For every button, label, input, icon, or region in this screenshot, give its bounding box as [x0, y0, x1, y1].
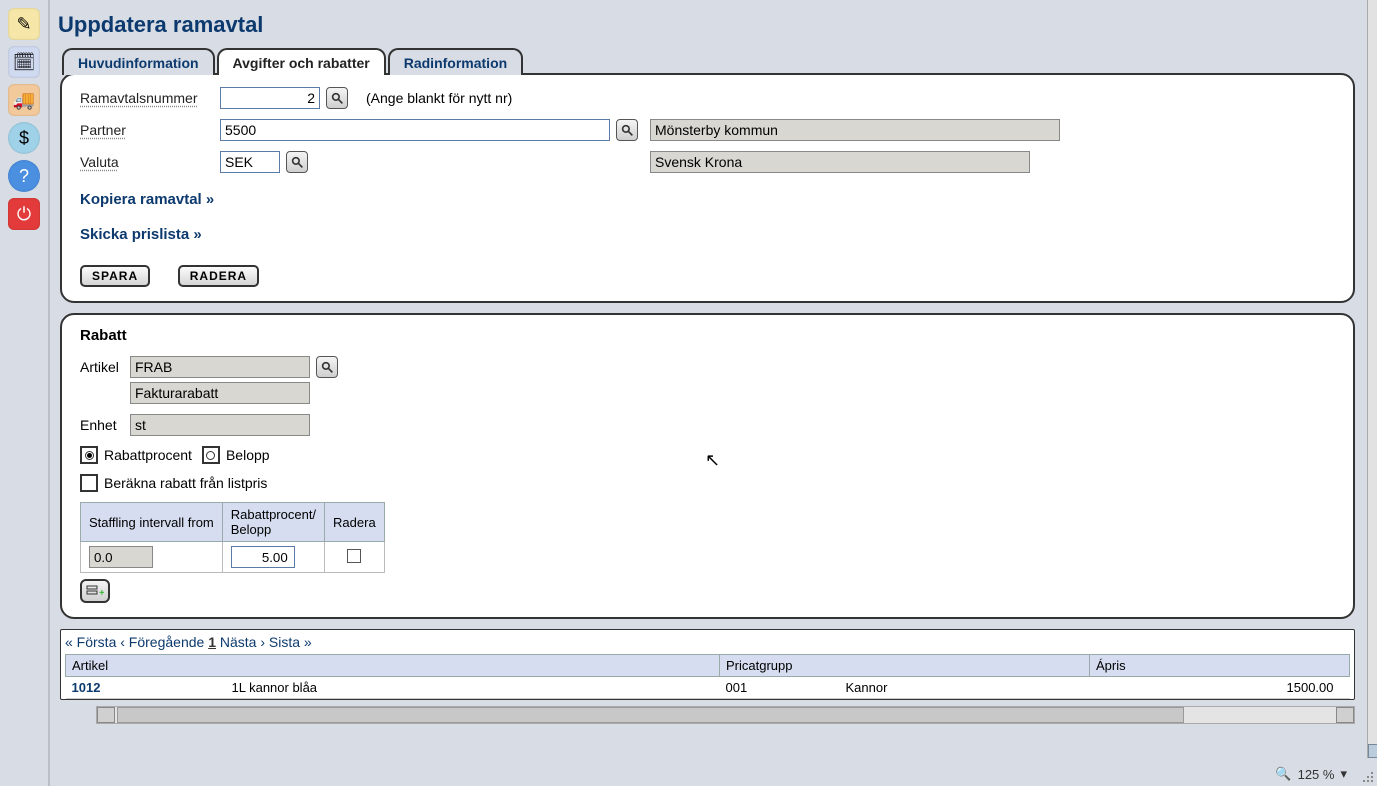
label-valuta: Valuta — [80, 154, 220, 170]
lookup-partner-icon[interactable] — [616, 119, 638, 141]
pager-current: 1 — [208, 634, 216, 650]
label-enhet: Enhet — [80, 417, 130, 433]
nav-icon-edit[interactable]: ✎ — [8, 8, 40, 40]
page-title: Uppdatera ramavtal — [50, 0, 1367, 48]
label-listpris: Beräkna rabatt från listpris — [104, 475, 267, 491]
cell-apris: 1500.00 — [1090, 677, 1350, 699]
link-skicka-prislista[interactable]: Skicka prislista » — [80, 226, 202, 243]
scroll-left-icon[interactable] — [97, 707, 115, 723]
cell-radera-checkbox[interactable] — [347, 549, 361, 563]
table-staffling: Staffling intervall from Rabattprocent/ … — [80, 502, 385, 573]
vertical-scrollbar[interactable] — [1367, 0, 1377, 758]
pager-next[interactable]: Nästa › — [220, 634, 265, 650]
resize-grip-icon[interactable] — [1361, 770, 1375, 784]
readonly-partner-name: Mönsterby kommun — [650, 119, 1060, 141]
nav-icon-power[interactable]: ⏻ — [8, 198, 40, 230]
lookup-artikel-icon[interactable] — [316, 356, 338, 378]
input-ramavtalsnummer[interactable] — [220, 87, 320, 109]
col-apris[interactable]: Ápris — [1090, 655, 1350, 677]
radio-belopp[interactable] — [202, 446, 220, 464]
label-rabattprocent: Rabattprocent — [104, 447, 192, 463]
cell-staffling-from[interactable] — [89, 546, 153, 568]
pager-first[interactable]: « Första — [65, 634, 116, 650]
button-add-row[interactable]: + — [80, 579, 110, 603]
status-bar: 🔍 125 % ▾ — [1275, 766, 1347, 782]
table-row[interactable]: 1012 1L kannor blåa 001 Kannor 1500.00 — [66, 677, 1350, 699]
label-partner: Partner — [80, 122, 220, 138]
scroll-right-icon[interactable] — [1336, 707, 1354, 723]
svg-text:+: + — [99, 588, 104, 598]
nav-icon-calendar[interactable]: 🗓 — [8, 46, 40, 78]
col-rabatt-belopp: Rabattprocent/ Belopp — [222, 503, 324, 542]
cell-artikel-desc: 1L kannor blåa — [226, 677, 720, 699]
label-artikel: Artikel — [80, 359, 130, 375]
sidebar-nav: ✎ 🗓 🚚 $ ? ⏻ — [0, 0, 50, 786]
nav-icon-help[interactable]: ? — [8, 160, 40, 192]
radio-rabattprocent[interactable] — [80, 446, 98, 464]
button-spara[interactable]: SPARA — [80, 265, 150, 287]
tabs: Huvudinformation Avgifter och rabatter R… — [62, 48, 1367, 75]
input-partner[interactable] — [220, 119, 610, 141]
horizontal-scrollbar[interactable] — [96, 706, 1355, 724]
readonly-artikel-value: FRAB — [130, 356, 310, 378]
tab-avgifter-rabatter[interactable]: Avgifter och rabatter — [217, 48, 386, 75]
col-staffling-from: Staffling intervall from — [81, 503, 223, 542]
checkbox-listpris[interactable] — [80, 474, 98, 492]
label-belopp: Belopp — [226, 447, 270, 463]
link-kopiera-ramavtal[interactable]: Kopiera ramavtal » — [80, 191, 214, 208]
pager-prev[interactable]: ‹ Föregående — [120, 634, 204, 650]
readonly-artikel-name: Fakturarabatt — [130, 382, 310, 404]
section-title-rabatt: Rabatt — [80, 327, 1335, 344]
lookup-ramavtal-icon[interactable] — [326, 87, 348, 109]
lookup-valuta-icon[interactable] — [286, 151, 308, 173]
col-artikel[interactable]: Artikel — [66, 655, 720, 677]
zoom-dropdown-icon[interactable]: ▾ — [1340, 766, 1347, 782]
tab-radinformation[interactable]: Radinformation — [388, 48, 523, 75]
nav-icon-money[interactable]: $ — [8, 122, 40, 154]
scroll-down-icon[interactable] — [1368, 744, 1377, 758]
col-radera: Radera — [325, 503, 385, 542]
scroll-thumb[interactable] — [117, 707, 1184, 723]
nav-icon-truck[interactable]: 🚚 — [8, 84, 40, 116]
tab-huvudinformation[interactable]: Huvudinformation — [62, 48, 215, 75]
label-ramavtalsnummer: Ramavtalsnummer — [80, 90, 220, 106]
cell-artikel-id[interactable]: 1012 — [66, 677, 226, 699]
zoom-icon[interactable]: 🔍 — [1275, 766, 1291, 782]
pager-last[interactable]: Sista » — [269, 634, 312, 650]
zoom-value: 125 % — [1298, 767, 1335, 782]
button-radera[interactable]: RADERA — [178, 265, 259, 287]
cell-rabatt-percent[interactable] — [231, 546, 295, 568]
grid-table: Artikel Pricatgrupp Ápris 1012 1L kannor… — [65, 654, 1350, 699]
cell-pricat-code: 001 — [720, 677, 840, 699]
pager: « Första ‹ Föregående 1 Nästa › Sista » — [65, 634, 1350, 650]
readonly-valuta-name: Svensk Krona — [650, 151, 1030, 173]
input-valuta[interactable] — [220, 151, 280, 173]
cell-pricat-name: Kannor — [840, 677, 1090, 699]
panel-grid: « Första ‹ Föregående 1 Nästa › Sista » … — [60, 629, 1355, 700]
readonly-enhet: st — [130, 414, 310, 436]
panel-main: Ramavtalsnummer (Ange blankt för nytt nr… — [60, 73, 1355, 303]
hint-ramavtal: (Ange blankt för nytt nr) — [366, 90, 512, 106]
col-pricatgrupp[interactable]: Pricatgrupp — [720, 655, 1090, 677]
panel-rabatt: Rabatt Artikel FRAB Fakturarabatt Enhet … — [60, 313, 1355, 619]
